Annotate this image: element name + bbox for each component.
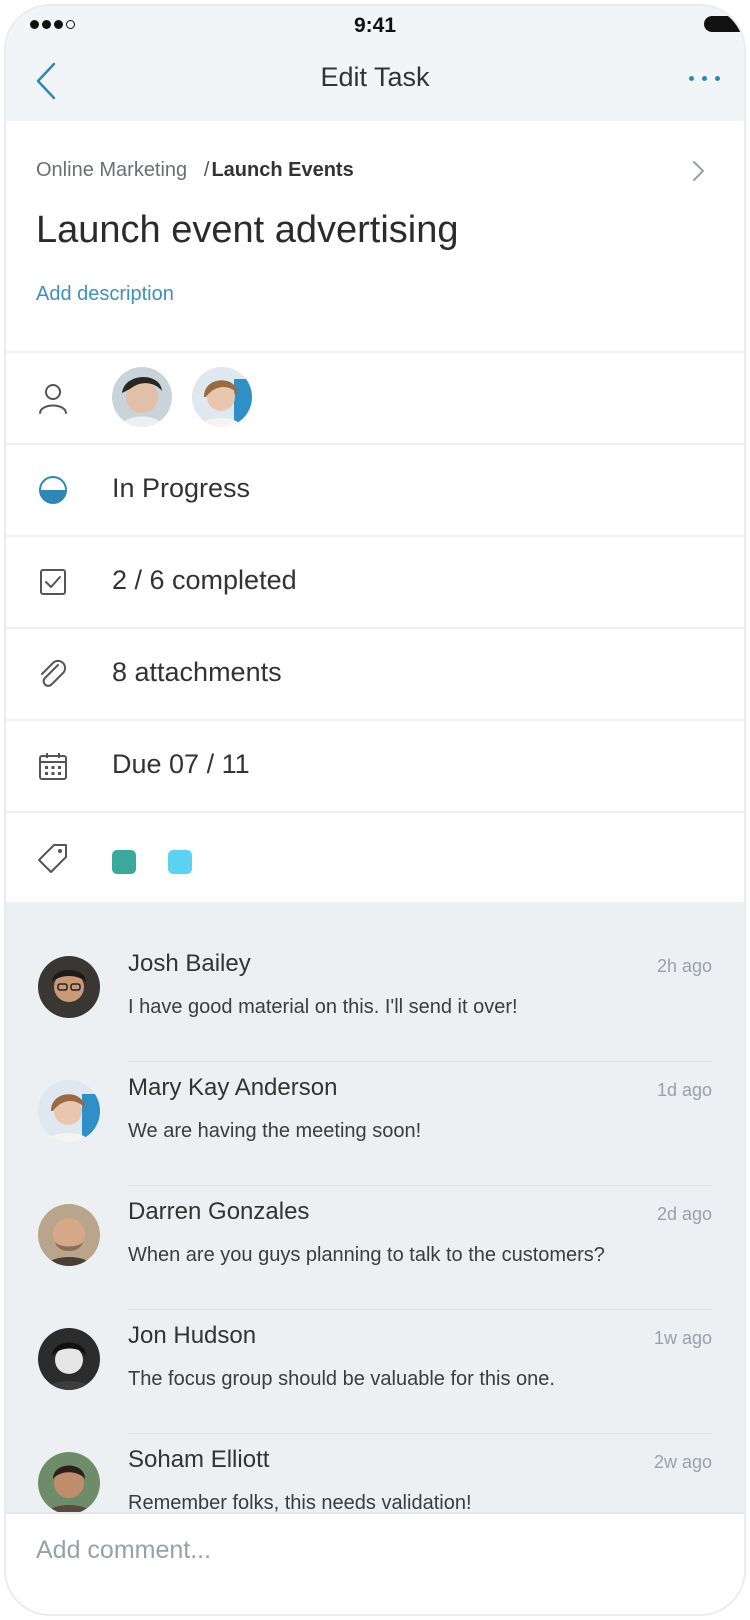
comment-item[interactable]: Darren Gonzales 2d ago When are you guys… [6, 1186, 744, 1310]
breadcrumb: Online Marketing / Launch Events [36, 159, 354, 182]
assignee-avatar[interactable] [192, 367, 252, 427]
comment-author: Darren Gonzales [128, 1198, 310, 1225]
comment-text: When are you guys planning to talk to th… [128, 1244, 605, 1266]
comment-item[interactable]: Josh Bailey 2h ago I have good material … [6, 938, 744, 1062]
breadcrumb-project[interactable]: Online Marketing [36, 159, 187, 181]
comment-author: Josh Bailey [128, 950, 251, 977]
status-time: 9:41 [353, 14, 397, 37]
comment-text: We are having the meeting soon! [128, 1120, 422, 1142]
checklist-label: 2 / 6 completed [112, 565, 297, 595]
due-date-label: Due 07 / 11 [112, 749, 250, 779]
task-header: Online Marketing / Launch Events Launch e… [6, 121, 744, 353]
page-title: Edit Task [320, 62, 430, 92]
comment-text: The focus group should be valuable for t… [128, 1368, 555, 1390]
chevron-right-icon [693, 161, 704, 181]
comment-timestamp: 2d ago [656, 1204, 712, 1224]
assignees-row[interactable] [6, 351, 744, 443]
checklist-row[interactable]: 2 / 6 completed [6, 535, 744, 627]
breadcrumb-current[interactable]: Launch Events [211, 159, 353, 181]
comment-author: Jon Hudson [128, 1322, 257, 1349]
calendar-icon [39, 753, 67, 780]
comment-item[interactable]: Mary Kay Anderson 1d ago We are having t… [6, 1062, 744, 1186]
tags-row[interactable] [6, 811, 744, 903]
attachments-label: 8 attachments [112, 657, 282, 687]
phone-frame: 9:41 Edit Task Online Marketing / Launch … [4, 4, 746, 1616]
comment-author: Soham Elliott [128, 1446, 270, 1473]
avatar[interactable] [38, 1452, 100, 1514]
comment-text: I have good material on this. I'll send … [128, 996, 518, 1018]
more-horizontal-icon [689, 76, 694, 81]
breadcrumb-separator: / [203, 159, 210, 181]
tag-icon [38, 844, 67, 873]
half-circle-icon [39, 476, 67, 504]
tag-swatch-light-blue[interactable] [168, 850, 192, 874]
avatar[interactable] [38, 1080, 100, 1142]
attachments-row[interactable]: 8 attachments [6, 627, 744, 719]
navigation-bar: Edit Task [6, 46, 744, 121]
comment-timestamp: 1w ago [653, 1328, 712, 1348]
avatar[interactable] [38, 1328, 100, 1390]
status-label: In Progress [112, 473, 251, 503]
comment-author: Mary Kay Anderson [128, 1074, 338, 1101]
avatar[interactable] [38, 1204, 100, 1266]
tag-swatch-teal[interactable] [112, 850, 136, 874]
comment-timestamp: 2w ago [653, 1452, 712, 1472]
checkbox-icon [40, 569, 66, 595]
paperclip-icon [41, 659, 67, 687]
battery-icon [704, 16, 744, 32]
comment-timestamp: 2h ago [656, 956, 712, 976]
avatar[interactable] [38, 956, 100, 1018]
add-comment-input[interactable]: Add comment... [36, 1536, 211, 1565]
person-icon [39, 384, 67, 414]
comment-composer[interactable]: Add comment... [6, 1512, 744, 1614]
add-description-link[interactable]: Add description [36, 283, 174, 306]
top-bar: 9:41 Edit Task [6, 6, 744, 121]
due-date-row[interactable]: Due 07 / 11 [6, 719, 744, 811]
task-title[interactable]: Launch event advertising [36, 209, 459, 252]
comment-item[interactable]: Jon Hudson 1w ago The focus group should… [6, 1310, 744, 1434]
assignee-avatar[interactable] [112, 367, 172, 427]
status-bar: 9:41 [6, 6, 744, 46]
comment-timestamp: 1d ago [656, 1080, 712, 1100]
breadcrumb-chevron-button[interactable] [690, 159, 706, 183]
comments-list: Josh Bailey 2h ago I have good material … [6, 902, 744, 1514]
more-options-button[interactable] [689, 76, 720, 81]
status-row[interactable]: In Progress [6, 443, 744, 535]
